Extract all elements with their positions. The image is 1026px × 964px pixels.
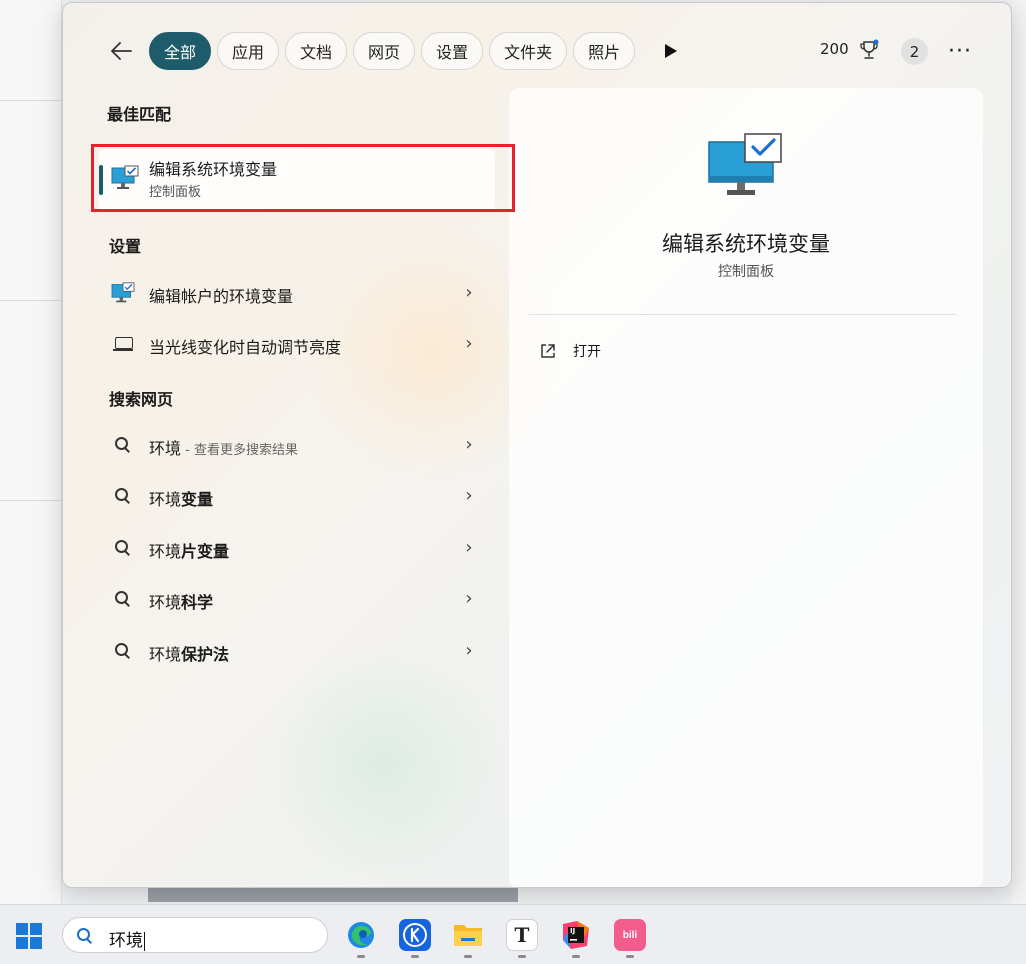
filter-photos[interactable]: 照片 bbox=[573, 32, 636, 70]
web-search-query: 环境 bbox=[149, 439, 182, 458]
search-icon bbox=[115, 591, 131, 607]
best-match-heading: 最佳匹配 bbox=[107, 105, 172, 124]
web-search-query: 环境 bbox=[149, 490, 182, 509]
settings-item-label: 当光线变化时自动调节亮度 bbox=[149, 338, 342, 357]
desktop-window-left bbox=[0, 0, 62, 905]
desktop-window-right bbox=[1012, 0, 1026, 905]
filter-apps[interactable]: 应用 bbox=[217, 32, 280, 70]
settings-item-auto-brightness[interactable]: 当光线变化时自动调节亮度 › bbox=[99, 322, 495, 366]
filter-tabs: 全部 应用 文档 网页 设置 文件夹 照片 bbox=[149, 32, 636, 70]
web-search-item[interactable]: 环境保护法 › bbox=[99, 629, 495, 673]
monitor-icon bbox=[111, 282, 135, 303]
search-panel: 全部 应用 文档 网页 设置 文件夹 照片 200 2 ··· 最佳匹配 编辑系… bbox=[62, 2, 1012, 888]
web-search-suffix: 变量 bbox=[181, 490, 214, 509]
web-search-item[interactable]: 环境片变量 › bbox=[99, 526, 495, 570]
web-search-suffix: 保护法 bbox=[181, 645, 230, 664]
taskbar-search-input[interactable]: 环境 bbox=[62, 917, 328, 953]
web-search-item[interactable]: 环境变量 › bbox=[99, 474, 495, 518]
windows-start-icon[interactable] bbox=[16, 923, 42, 949]
kuaiwen-icon[interactable] bbox=[399, 919, 431, 951]
search-icon bbox=[115, 540, 131, 556]
chevron-right-icon: › bbox=[465, 281, 473, 303]
typora-icon[interactable]: T bbox=[506, 919, 538, 951]
more-options-button[interactable]: ··· bbox=[946, 37, 974, 65]
play-more-filters-icon[interactable] bbox=[661, 39, 681, 63]
search-icon bbox=[115, 643, 131, 659]
bilibili-icon[interactable]: bili bbox=[614, 919, 646, 951]
search-header: 全部 应用 文档 网页 设置 文件夹 照片 200 2 ··· bbox=[63, 3, 1011, 89]
highlight-best-match bbox=[91, 144, 515, 212]
filter-folders[interactable]: 文件夹 bbox=[489, 32, 568, 70]
web-search-heading: 搜索网页 bbox=[109, 390, 174, 409]
web-search-item[interactable]: 环境科学 › bbox=[99, 577, 495, 621]
web-search-suffix: 科学 bbox=[181, 593, 214, 612]
taskbar: 环境 T IJ bili bbox=[0, 904, 1026, 964]
search-icon bbox=[115, 437, 131, 453]
chevron-right-icon: › bbox=[465, 587, 473, 609]
web-search-suffix: 片变量 bbox=[181, 542, 230, 561]
detail-title: 编辑系统环境变量 bbox=[662, 232, 830, 256]
web-search-item[interactable]: 环境 - 查看更多搜索结果 › bbox=[99, 423, 495, 467]
monitor-check-large-icon bbox=[708, 133, 782, 195]
web-search-query: 环境 bbox=[149, 645, 182, 664]
notification-badge[interactable]: 2 bbox=[901, 38, 928, 65]
open-action[interactable]: 打开 bbox=[539, 338, 601, 364]
intellij-icon[interactable]: IJ bbox=[560, 919, 592, 951]
edge-icon[interactable] bbox=[345, 919, 377, 951]
rewards-points[interactable]: 200 bbox=[820, 40, 849, 58]
detail-pane: 编辑系统环境变量 控制面板 打开 bbox=[509, 88, 983, 887]
settings-heading: 设置 bbox=[109, 237, 142, 256]
chevron-right-icon: › bbox=[465, 536, 473, 558]
chevron-right-icon: › bbox=[465, 433, 473, 455]
back-button[interactable] bbox=[103, 33, 139, 69]
trophy-icon[interactable] bbox=[858, 39, 880, 61]
settings-item-account-env-vars[interactable]: 编辑帐户的环境变量 › bbox=[99, 271, 495, 315]
filter-settings[interactable]: 设置 bbox=[421, 32, 484, 70]
open-external-icon bbox=[539, 342, 557, 360]
settings-item-label: 编辑帐户的环境变量 bbox=[149, 287, 294, 306]
laptop-icon bbox=[113, 337, 133, 351]
chevron-right-icon: › bbox=[465, 639, 473, 661]
search-icon bbox=[115, 488, 131, 504]
web-search-query: 环境 bbox=[149, 542, 182, 561]
filter-all[interactable]: 全部 bbox=[149, 32, 212, 70]
filter-web[interactable]: 网页 bbox=[353, 32, 416, 70]
open-label: 打开 bbox=[573, 344, 601, 360]
web-search-query: 环境 bbox=[149, 593, 182, 612]
desktop-window-strip bbox=[148, 888, 518, 902]
web-search-hint: - 查看更多搜索结果 bbox=[181, 443, 298, 458]
detail-subtitle: 控制面板 bbox=[718, 264, 774, 280]
search-query-text: 环境 bbox=[109, 931, 143, 951]
detail-divider bbox=[529, 314, 957, 315]
arrow-left-icon bbox=[111, 42, 132, 60]
chevron-right-icon: › bbox=[465, 484, 473, 506]
filter-documents[interactable]: 文档 bbox=[285, 32, 348, 70]
search-icon bbox=[77, 928, 93, 944]
file-explorer-icon[interactable] bbox=[452, 919, 484, 951]
chevron-right-icon: › bbox=[465, 332, 473, 354]
